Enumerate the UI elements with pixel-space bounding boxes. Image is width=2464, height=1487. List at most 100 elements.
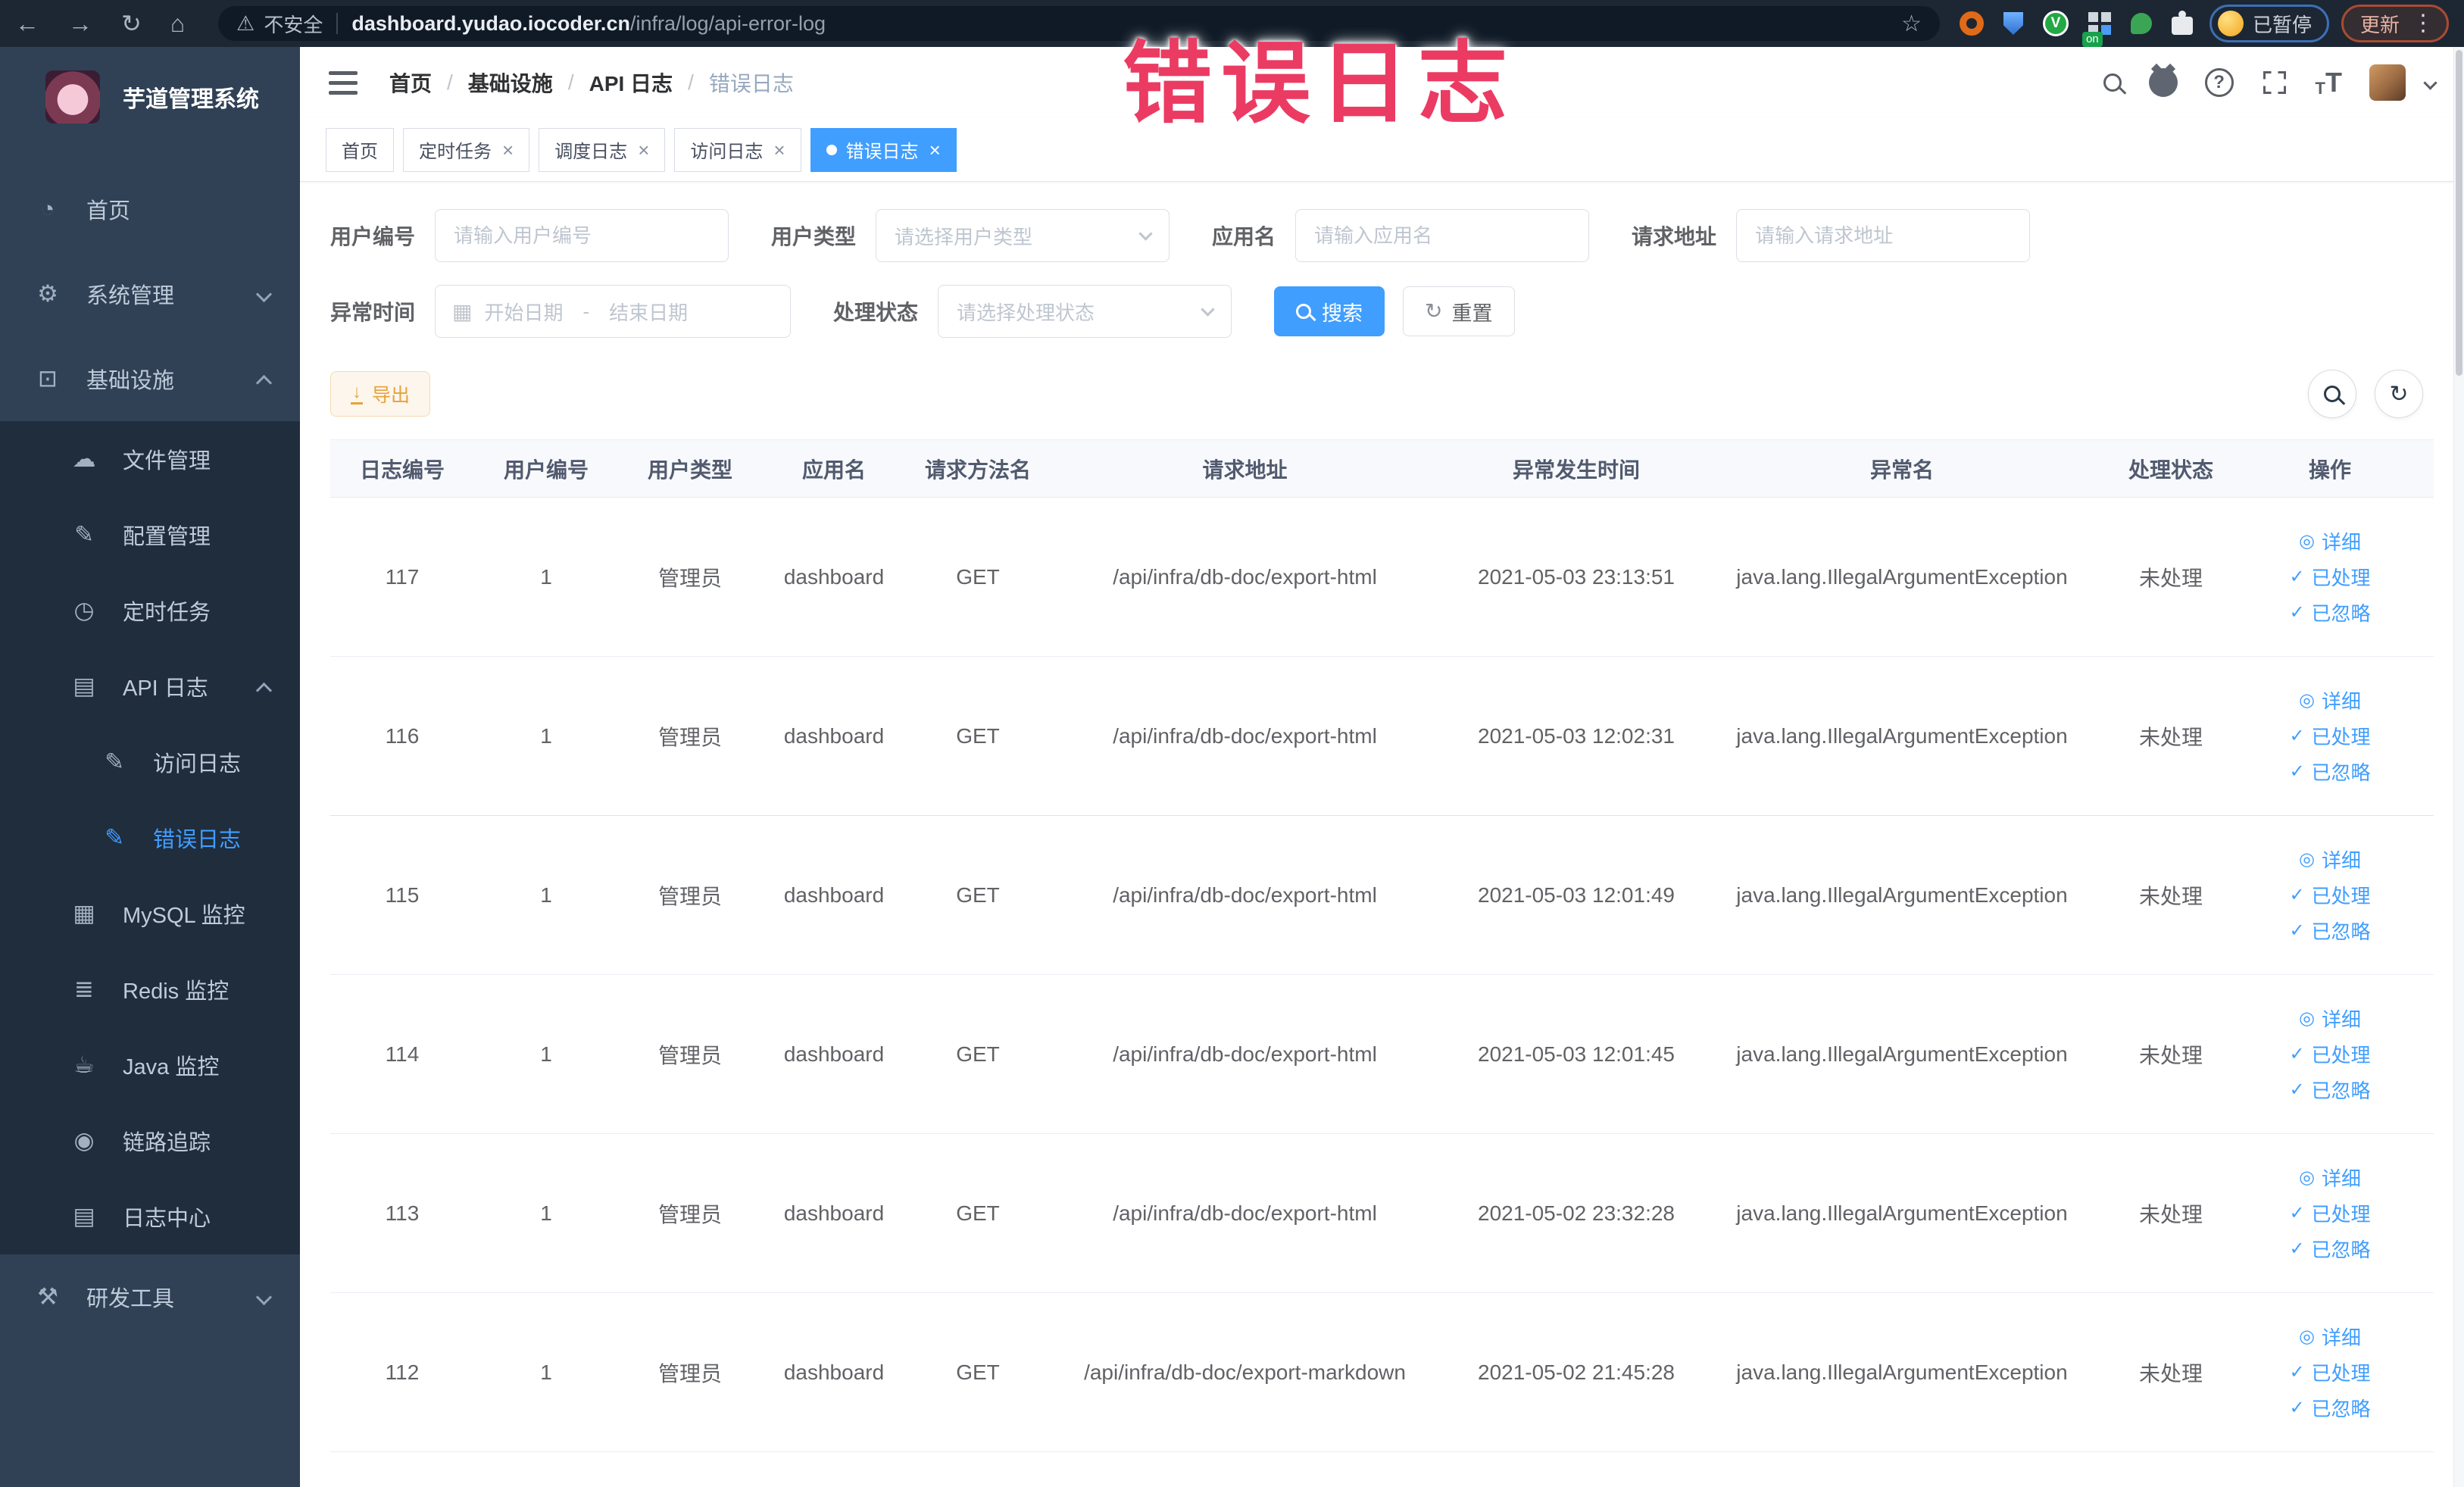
- hamburger-icon[interactable]: [329, 70, 358, 95]
- omnibox-divider: [336, 13, 339, 34]
- scrollbar-thumb[interactable]: [2456, 50, 2462, 376]
- cell-method: GET: [956, 564, 1000, 589]
- tab-job[interactable]: 定时任务 ×: [403, 127, 530, 172]
- sidebar-item-file[interactable]: ☁ 文件管理: [0, 421, 300, 497]
- cell-exception-name: java.lang.IllegalArgumentException: [1736, 723, 2068, 748]
- close-icon[interactable]: ×: [929, 140, 941, 160]
- op-detail-link[interactable]: ◎ 详细: [2299, 686, 2361, 714]
- cell-user-type: 管理员: [657, 566, 722, 590]
- op-processed-link[interactable]: ✓ 已处理: [2289, 881, 2370, 909]
- cell-request-url: /api/infra/db-doc/export-html: [1113, 1201, 1377, 1225]
- op-ignored-link[interactable]: ✓ 已忽略: [2289, 917, 2370, 945]
- sidebar-item-trace[interactable]: ◉ 链路追踪: [0, 1103, 300, 1179]
- github-icon[interactable]: [2148, 68, 2178, 97]
- sidebar-item-job[interactable]: ◷ 定时任务: [0, 573, 300, 648]
- op-detail-link[interactable]: ◎ 详细: [2299, 845, 2361, 873]
- search-icon[interactable]: [2103, 73, 2122, 92]
- cell-request-url: /api/infra/db-doc/export-html: [1113, 564, 1377, 589]
- table-row: 114 1 管理员 dashboard GET /api/infra/db-do…: [330, 975, 2434, 1134]
- op-detail-link[interactable]: ◎ 详细: [2299, 1164, 2361, 1192]
- op-processed-link[interactable]: ✓ 已处理: [2289, 722, 2370, 750]
- cell-request-url: /api/infra/db-doc/export-html: [1113, 1042, 1377, 1066]
- tab-home[interactable]: 首页: [326, 127, 394, 172]
- op-detail-link[interactable]: ◎ 详细: [2299, 1323, 2361, 1351]
- search-button[interactable]: 搜索: [1274, 286, 1385, 336]
- extension-sprout-icon[interactable]: [2130, 13, 2152, 34]
- help-icon[interactable]: ?: [2204, 68, 2234, 97]
- home-icon[interactable]: ⌂: [170, 11, 185, 36]
- sidebar-item-access-log[interactable]: ✎ 访问日志: [0, 724, 300, 800]
- page-scrollbar[interactable]: [2453, 47, 2464, 1487]
- toggle-search-button[interactable]: [2308, 370, 2356, 418]
- error-log-table: 日志编号 用户编号 用户类型 应用名 请求方法名 请求地址 异常发生时间 异常名…: [330, 439, 2434, 1452]
- tab-job-log[interactable]: 调度日志 ×: [539, 127, 666, 172]
- reload-icon[interactable]: ↻: [121, 11, 142, 36]
- op-detail-link[interactable]: ◎ 详细: [2299, 527, 2361, 555]
- sidebar-item-mysql[interactable]: ▦ MySQL 监控: [0, 876, 300, 951]
- op-processed-link[interactable]: ✓ 已处理: [2289, 563, 2370, 591]
- refresh-button[interactable]: ↻: [2375, 370, 2423, 418]
- user-id-input[interactable]: [435, 209, 729, 262]
- reset-button[interactable]: ↻ 重置: [1403, 286, 1515, 336]
- close-icon[interactable]: ×: [638, 140, 649, 160]
- font-size-icon[interactable]: TT: [2316, 67, 2342, 98]
- sidebar-item-config[interactable]: ✎ 配置管理: [0, 497, 300, 573]
- security-label: 不安全: [264, 13, 323, 36]
- extension-orange-icon[interactable]: [1959, 11, 1984, 36]
- monitor-icon: ⊡: [38, 365, 58, 392]
- sidebar-item-home[interactable]: ◔ 首页: [0, 167, 300, 251]
- sidebar-item-error-log[interactable]: ✎ 错误日志: [0, 800, 300, 876]
- user-avatar[interactable]: [2369, 64, 2406, 101]
- close-icon[interactable]: ×: [502, 140, 514, 160]
- op-ignored-link[interactable]: ✓ 已忽略: [2289, 598, 2370, 626]
- sidebar-item-java[interactable]: ☕ Java 监控: [0, 1027, 300, 1103]
- close-icon[interactable]: ×: [773, 140, 785, 160]
- op-processed-link[interactable]: ✓ 已处理: [2289, 1199, 2370, 1227]
- profile-paused-pill[interactable]: 已暂停: [2209, 5, 2329, 42]
- browser-update-chip[interactable]: 更新 ⋮: [2341, 5, 2449, 42]
- export-button[interactable]: ↓ 导出: [330, 371, 431, 417]
- fullscreen-icon[interactable]: [2261, 69, 2288, 96]
- date-range-picker[interactable]: ▦ 开始日期 - 结束日期: [435, 285, 792, 338]
- sidebar-item-api-log[interactable]: ▤ API 日志: [0, 648, 300, 724]
- app-name-input[interactable]: [1295, 209, 1590, 262]
- extensions-puzzle-icon[interactable]: [2171, 11, 2193, 35]
- tab-access-log[interactable]: 访问日志 ×: [674, 127, 801, 172]
- op-ignored-link[interactable]: ✓ 已忽略: [2289, 1076, 2370, 1104]
- cell-request-url: /api/infra/db-doc/export-markdown: [1084, 1360, 1406, 1384]
- op-ignored-link[interactable]: ✓ 已忽略: [2289, 1394, 2370, 1422]
- sidebar-item-redis[interactable]: ≣ Redis 监控: [0, 951, 300, 1027]
- cell-status: 未处理: [2138, 566, 2203, 590]
- extension-grid-icon[interactable]: on: [2081, 12, 2111, 47]
- cell-user-type: 管理员: [657, 884, 722, 908]
- op-processed-link[interactable]: ✓ 已处理: [2289, 1358, 2370, 1386]
- op-ignored-link[interactable]: ✓ 已忽略: [2289, 758, 2370, 786]
- breadcrumb-infra[interactable]: 基础设施: [468, 67, 553, 98]
- address-bar[interactable]: ⚠ 不安全 dashboard.yudao.iocoder.cn /infra/…: [218, 6, 1940, 41]
- cell-exception-name: java.lang.IllegalArgumentException: [1736, 1360, 2068, 1384]
- user-type-select[interactable]: 请选择用户类型: [876, 209, 1170, 262]
- extension-shield-icon[interactable]: [2003, 12, 2023, 35]
- forward-arrow-icon[interactable]: →: [68, 11, 92, 36]
- sidebar-item-infra[interactable]: ⊡ 基础设施: [0, 336, 300, 421]
- op-ignored-link[interactable]: ✓ 已忽略: [2289, 1235, 2370, 1263]
- op-processed-link[interactable]: ✓ 已处理: [2289, 1040, 2370, 1068]
- edit-icon: ✎: [74, 521, 94, 548]
- sidebar-item-log-center[interactable]: ▤ 日志中心: [0, 1179, 300, 1254]
- sidebar-item-devtools[interactable]: ⚒ 研发工具: [0, 1254, 300, 1339]
- menu-kebab-icon[interactable]: ⋮: [2412, 12, 2434, 35]
- request-url-input[interactable]: [1736, 209, 2031, 262]
- tab-error-log[interactable]: 错误日志 ×: [810, 127, 957, 172]
- process-status-select[interactable]: 请选择处理状态: [938, 285, 1232, 338]
- check-icon: ✓: [2289, 920, 2305, 941]
- check-icon: ✓: [2289, 566, 2305, 587]
- breadcrumb-api-log[interactable]: API 日志: [589, 67, 673, 98]
- extension-v-icon[interactable]: V: [2042, 11, 2069, 36]
- op-detail-link[interactable]: ◎ 详细: [2299, 1004, 2361, 1032]
- sidebar-item-system[interactable]: ⚙ 系统管理: [0, 251, 300, 336]
- caret-down-icon[interactable]: [2423, 75, 2437, 90]
- sidebar-logo[interactable]: 芋道管理系统: [0, 47, 300, 147]
- back-arrow-icon[interactable]: ←: [15, 11, 39, 36]
- bookmark-star-icon[interactable]: ☆: [1901, 11, 1922, 37]
- breadcrumb-home[interactable]: 首页: [389, 67, 432, 98]
